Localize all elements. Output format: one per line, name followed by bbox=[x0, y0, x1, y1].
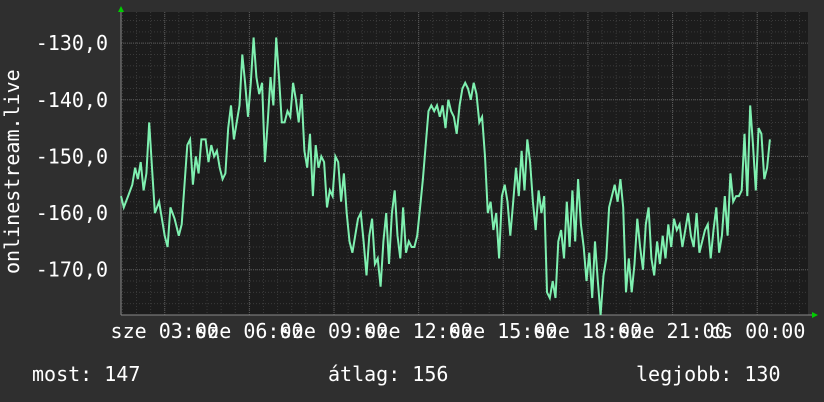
y-tick-label: -170,0 bbox=[36, 258, 108, 282]
line-chart: -130,0 -140,0 -150,0 -160,0 -170,0 sze 03:00… bbox=[0, 6, 818, 343]
x-tick-labels: sze 03:00sze 06:00sze 09:00sze 12:00sze … bbox=[111, 319, 806, 343]
stat-current: most: 147 bbox=[32, 362, 141, 386]
x-tick-label: cs 00:00 bbox=[709, 319, 805, 343]
y-axis-label: onlinestream.live bbox=[0, 69, 24, 274]
y-tick-label: -150,0 bbox=[36, 144, 108, 168]
plot-area bbox=[121, 12, 808, 315]
chart-container: -130,0 -140,0 -150,0 -160,0 -170,0 sze 03:00… bbox=[0, 0, 824, 402]
y-tick-labels: -130,0 -140,0 -150,0 -160,0 -170,0 bbox=[36, 31, 108, 282]
y-tick-label: -160,0 bbox=[36, 201, 108, 225]
stat-best: legjobb: 130 bbox=[636, 362, 781, 386]
y-axis-arrow bbox=[118, 6, 124, 12]
y-tick-label: -130,0 bbox=[36, 31, 108, 55]
y-tick-label: -140,0 bbox=[36, 88, 108, 112]
stat-average: átlag: 156 bbox=[328, 362, 449, 386]
x-axis-arrow bbox=[812, 312, 818, 318]
